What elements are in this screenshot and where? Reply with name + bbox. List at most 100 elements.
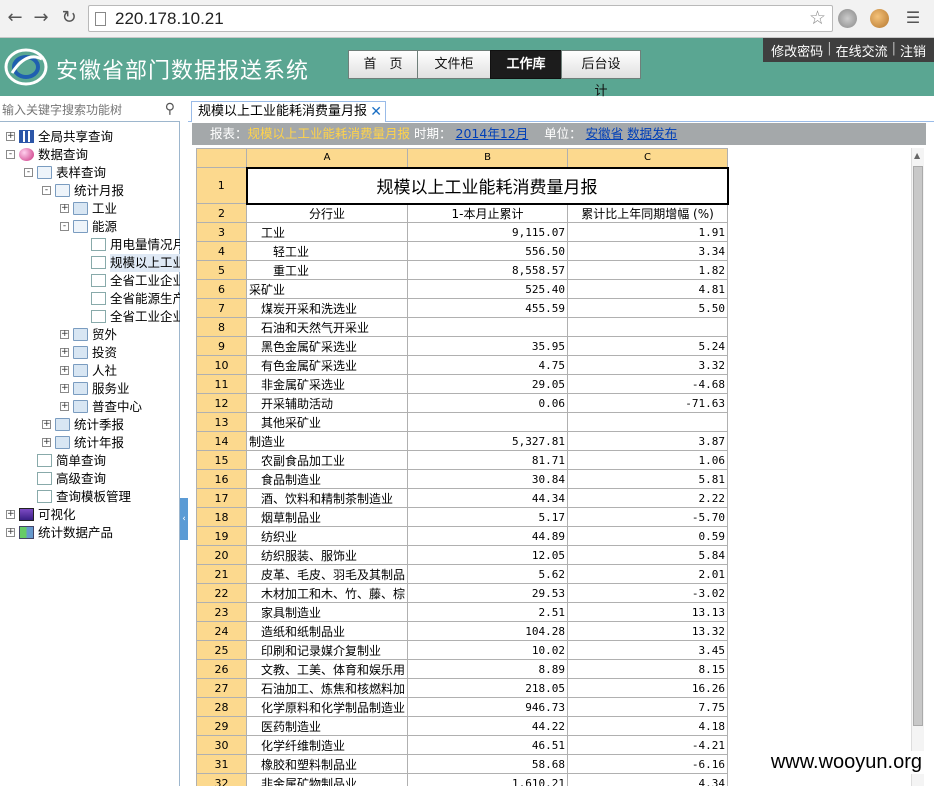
tree-node[interactable]: + 人社 bbox=[0, 362, 180, 380]
tree-node[interactable]: - 能源 bbox=[0, 218, 180, 236]
cumulative-cell[interactable]: 58.68 bbox=[407, 754, 569, 774]
row-number[interactable]: 11 bbox=[196, 374, 247, 394]
expand-icon[interactable]: + bbox=[42, 438, 51, 447]
sheet-title[interactable]: 规模以上工业能耗消费量月报 bbox=[245, 166, 729, 205]
tree-node[interactable]: + 服务业 bbox=[0, 380, 180, 398]
tree-node[interactable]: - 数据查询 bbox=[0, 146, 180, 164]
unit-link[interactable]: 安徽省 bbox=[586, 126, 624, 141]
cumulative-cell[interactable]: 29.53 bbox=[407, 583, 569, 603]
cumulative-cell[interactable]: 0.06 bbox=[407, 393, 569, 413]
data-publish-link[interactable]: 数据发布 bbox=[627, 126, 677, 141]
scroll-up-icon[interactable]: ▲ bbox=[914, 151, 920, 160]
tree-node[interactable]: + 统计年报 bbox=[0, 434, 180, 452]
industry-cell[interactable]: 非金属矿采选业 bbox=[245, 374, 409, 394]
menu-icon[interactable]: ☰ bbox=[902, 7, 924, 29]
row-number[interactable]: 13 bbox=[196, 412, 247, 432]
row-number[interactable]: 16 bbox=[196, 469, 247, 489]
growth-cell[interactable]: 3.34 bbox=[567, 241, 729, 261]
industry-cell[interactable]: 石油和天然气开采业 bbox=[245, 317, 409, 337]
tab-home[interactable]: 首 页 bbox=[348, 50, 418, 79]
industry-cell[interactable]: 黑色金属矿采选业 bbox=[245, 336, 409, 356]
industry-cell[interactable]: 制造业 bbox=[245, 431, 409, 451]
growth-cell[interactable]: 5.84 bbox=[567, 545, 729, 565]
collapse-icon[interactable]: - bbox=[6, 150, 15, 159]
cumulative-cell[interactable]: 455.59 bbox=[407, 298, 569, 318]
industry-cell[interactable]: 纺织服装、服饰业 bbox=[245, 545, 409, 565]
cumulative-cell[interactable]: 44.89 bbox=[407, 526, 569, 546]
growth-cell[interactable]: 8.15 bbox=[567, 659, 729, 679]
globe-extension-icon[interactable] bbox=[838, 9, 857, 28]
cookie-extension-icon[interactable] bbox=[870, 9, 889, 28]
close-tab-icon[interactable]: ✕ bbox=[370, 102, 382, 122]
scrollbar-thumb[interactable] bbox=[913, 166, 923, 726]
industry-cell[interactable]: 农副食品加工业 bbox=[245, 450, 409, 470]
tab-file-cabinet[interactable]: 文件柜 bbox=[417, 50, 491, 79]
growth-cell[interactable]: -4.68 bbox=[567, 374, 729, 394]
growth-cell[interactable]: 5.81 bbox=[567, 469, 729, 489]
growth-cell[interactable]: 5.50 bbox=[567, 298, 729, 318]
cumulative-cell[interactable]: 4.75 bbox=[407, 355, 569, 375]
row-number[interactable]: 20 bbox=[196, 545, 247, 565]
industry-cell[interactable]: 开采辅助活动 bbox=[245, 393, 409, 413]
period-link[interactable]: 2014年12月 bbox=[456, 126, 529, 141]
tree-node[interactable]: + 全局共享查询 bbox=[0, 128, 180, 146]
tree-node[interactable]: 查询模板管理 bbox=[0, 488, 180, 506]
growth-cell[interactable]: 0.59 bbox=[567, 526, 729, 546]
collapse-icon[interactable]: - bbox=[60, 222, 69, 231]
tree-node[interactable]: 高级查询 bbox=[0, 470, 180, 488]
cumulative-cell[interactable]: 44.34 bbox=[407, 488, 569, 508]
growth-cell[interactable]: 16.26 bbox=[567, 678, 729, 698]
cumulative-cell[interactable]: 30.84 bbox=[407, 469, 569, 489]
row-number[interactable]: 19 bbox=[196, 526, 247, 546]
expand-icon[interactable]: + bbox=[6, 132, 15, 141]
expand-icon[interactable]: + bbox=[60, 384, 69, 393]
cumulative-cell[interactable]: 44.22 bbox=[407, 716, 569, 736]
row-number[interactable]: 10 bbox=[196, 355, 247, 375]
growth-cell[interactable]: 4.34 bbox=[567, 773, 729, 786]
expand-icon[interactable]: + bbox=[42, 420, 51, 429]
industry-cell[interactable]: 化学纤维制造业 bbox=[245, 735, 409, 755]
expand-icon[interactable]: + bbox=[60, 204, 69, 213]
growth-cell[interactable]: -4.21 bbox=[567, 735, 729, 755]
row-number[interactable]: 23 bbox=[196, 602, 247, 622]
cumulative-cell[interactable]: 1,610.21 bbox=[407, 773, 569, 786]
growth-cell[interactable]: 1.91 bbox=[567, 222, 729, 242]
row-number[interactable]: 18 bbox=[196, 507, 247, 527]
collapse-sidebar-handle[interactable]: ‹ bbox=[180, 498, 188, 540]
collapse-icon[interactable]: - bbox=[24, 168, 33, 177]
tree-node[interactable]: + 可视化 bbox=[0, 506, 180, 524]
cumulative-cell[interactable]: 29.05 bbox=[407, 374, 569, 394]
cumulative-cell[interactable]: 556.50 bbox=[407, 241, 569, 261]
industry-cell[interactable]: 家具制造业 bbox=[245, 602, 409, 622]
row-number[interactable]: 9 bbox=[196, 336, 247, 356]
header-industry[interactable]: 分行业 bbox=[245, 203, 409, 223]
column-header[interactable]: A bbox=[245, 148, 409, 168]
industry-cell[interactable]: 工业 bbox=[245, 222, 409, 242]
vertical-scrollbar[interactable]: ▲ bbox=[911, 148, 924, 786]
row-number[interactable]: 26 bbox=[196, 659, 247, 679]
growth-cell[interactable]: 13.13 bbox=[567, 602, 729, 622]
tree-node[interactable]: + 统计季报 bbox=[0, 416, 180, 434]
growth-cell[interactable]: 1.06 bbox=[567, 450, 729, 470]
growth-cell[interactable] bbox=[567, 412, 729, 432]
row-number[interactable]: 4 bbox=[196, 241, 247, 261]
tab-backend-design[interactable]: 后台设计 bbox=[561, 50, 641, 99]
cumulative-cell[interactable]: 81.71 bbox=[407, 450, 569, 470]
industry-cell[interactable]: 医药制造业 bbox=[245, 716, 409, 736]
cumulative-cell[interactable]: 35.95 bbox=[407, 336, 569, 356]
growth-cell[interactable]: 2.01 bbox=[567, 564, 729, 584]
growth-cell[interactable]: 4.81 bbox=[567, 279, 729, 299]
row-number[interactable]: 28 bbox=[196, 697, 247, 717]
cumulative-cell[interactable]: 2.51 bbox=[407, 602, 569, 622]
industry-cell[interactable]: 非金属矿物制品业 bbox=[245, 773, 409, 786]
row-number[interactable]: 27 bbox=[196, 678, 247, 698]
online-chat-link[interactable]: 在线交流 bbox=[836, 41, 888, 62]
tree-node[interactable]: 全省能源生产 bbox=[0, 290, 180, 308]
row-number[interactable]: 22 bbox=[196, 583, 247, 603]
industry-cell[interactable]: 重工业 bbox=[245, 260, 409, 280]
row-number[interactable]: 7 bbox=[196, 298, 247, 318]
growth-cell[interactable]: 13.32 bbox=[567, 621, 729, 641]
row-number[interactable]: 31 bbox=[196, 754, 247, 774]
expand-icon[interactable]: + bbox=[60, 348, 69, 357]
cumulative-cell[interactable]: 218.05 bbox=[407, 678, 569, 698]
